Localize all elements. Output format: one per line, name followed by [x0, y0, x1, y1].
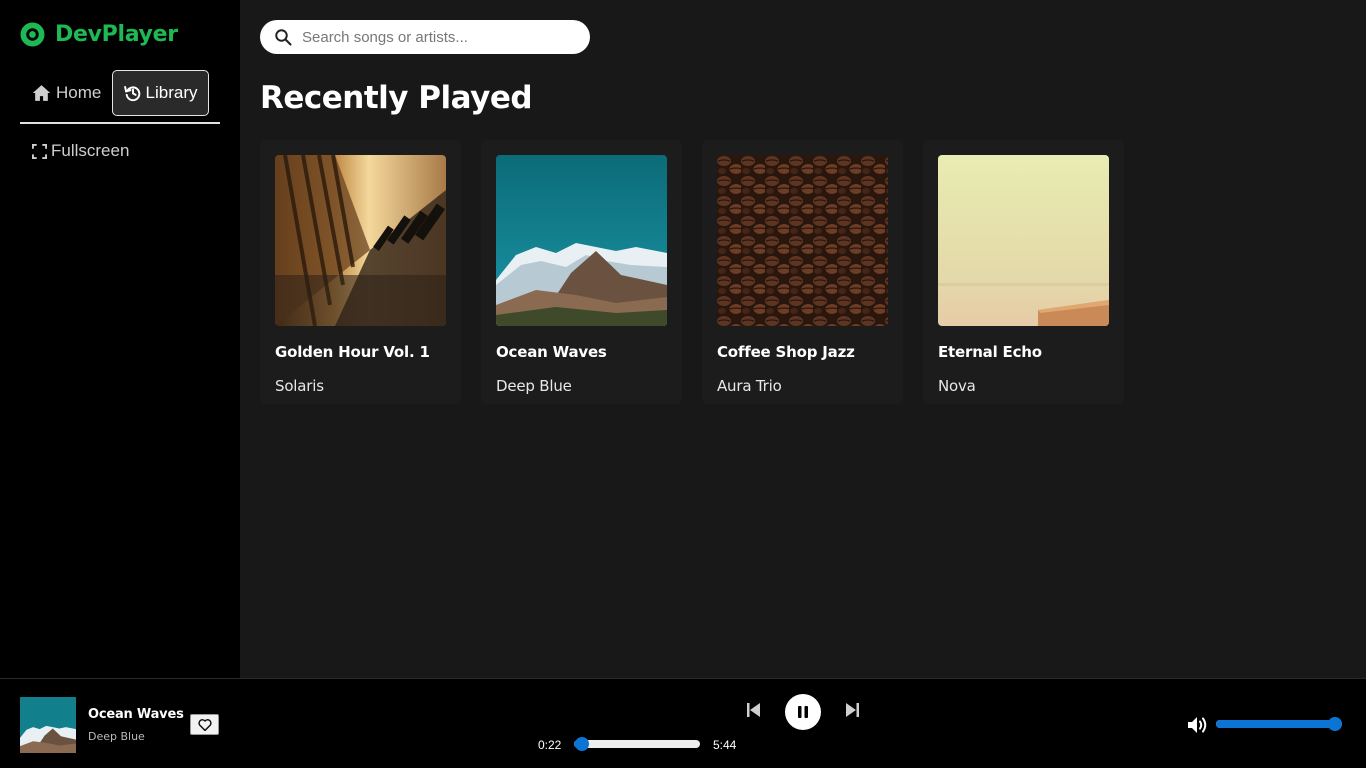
album-artist: Solaris [275, 377, 324, 395]
fullscreen-label: Fullscreen [51, 141, 130, 160]
nav-library-label: Library [145, 83, 198, 102]
app-name: DevPlayer [55, 22, 178, 47]
player-bar: Ocean Waves Deep Blue 0:22 5:44 [0, 678, 1366, 768]
album-artist: Deep Blue [496, 377, 572, 395]
cover-coffee-beans [717, 155, 888, 326]
album-title: Eternal Echo [938, 343, 1042, 361]
album-title: Coffee Shop Jazz [717, 343, 855, 361]
section-title: Recently Played [260, 80, 533, 116]
album-cover [275, 155, 446, 326]
disc-logo-icon [20, 22, 45, 47]
skip-back-icon [747, 703, 760, 717]
volume-button[interactable] [1187, 715, 1209, 735]
album-title: Golden Hour Vol. 1 [275, 343, 430, 361]
album-cover [496, 155, 667, 326]
album-card[interactable]: Ocean Waves Deep Blue [481, 140, 682, 404]
next-button[interactable] [843, 701, 861, 719]
album-cover [938, 155, 1109, 326]
current-time: 0:22 [538, 738, 562, 752]
cover-mountains [496, 155, 667, 326]
fullscreen-button[interactable]: Fullscreen [32, 141, 129, 161]
search-icon [275, 29, 292, 46]
album-title: Ocean Waves [496, 343, 607, 361]
album-grid: Golden Hour Vol. 1 Solaris Ocean Waves D… [260, 140, 1124, 404]
pause-icon [798, 706, 808, 718]
play-pause-button[interactable] [785, 694, 821, 730]
total-time: 5:44 [713, 738, 737, 752]
search-input[interactable] [302, 28, 572, 46]
now-playing-title: Ocean Waves [88, 707, 184, 722]
nav-library[interactable]: Library [112, 70, 209, 116]
nav-home[interactable]: Home [20, 70, 101, 116]
logo[interactable]: DevPlayer [20, 22, 178, 47]
main-nav: Home Library [20, 70, 220, 124]
album-artist: Aura Trio [717, 377, 782, 395]
skip-forward-icon [846, 703, 859, 717]
search-bar [260, 20, 590, 54]
fullscreen-icon [32, 143, 47, 159]
main-content: Recently Played [240, 0, 1366, 678]
album-cover [717, 155, 888, 326]
volume-thumb[interactable] [1328, 717, 1342, 731]
album-artist: Nova [938, 377, 976, 395]
heart-icon [197, 718, 212, 731]
volume-icon [1188, 717, 1207, 733]
album-card[interactable]: Eternal Echo Nova [923, 140, 1124, 404]
progress-slider[interactable] [574, 737, 700, 751]
album-card[interactable]: Coffee Shop Jazz Aura Trio [702, 140, 903, 404]
now-playing-cover [20, 697, 76, 753]
history-icon [123, 86, 140, 102]
album-card[interactable]: Golden Hour Vol. 1 Solaris [260, 140, 461, 404]
previous-button[interactable] [745, 701, 763, 719]
cover-mountains-small [20, 697, 76, 753]
sidebar: DevPlayer Home Library Fullscreen [0, 0, 240, 678]
cover-sunlit-corridor [275, 155, 446, 326]
now-playing-artist: Deep Blue [88, 730, 145, 743]
like-button[interactable] [190, 714, 219, 735]
cover-hazy-horizon [938, 155, 1109, 326]
nav-home-label: Home [56, 83, 102, 102]
volume-fill [1216, 720, 1335, 728]
volume-slider[interactable] [1216, 717, 1342, 731]
home-icon [32, 85, 51, 101]
progress-thumb[interactable] [575, 737, 590, 751]
